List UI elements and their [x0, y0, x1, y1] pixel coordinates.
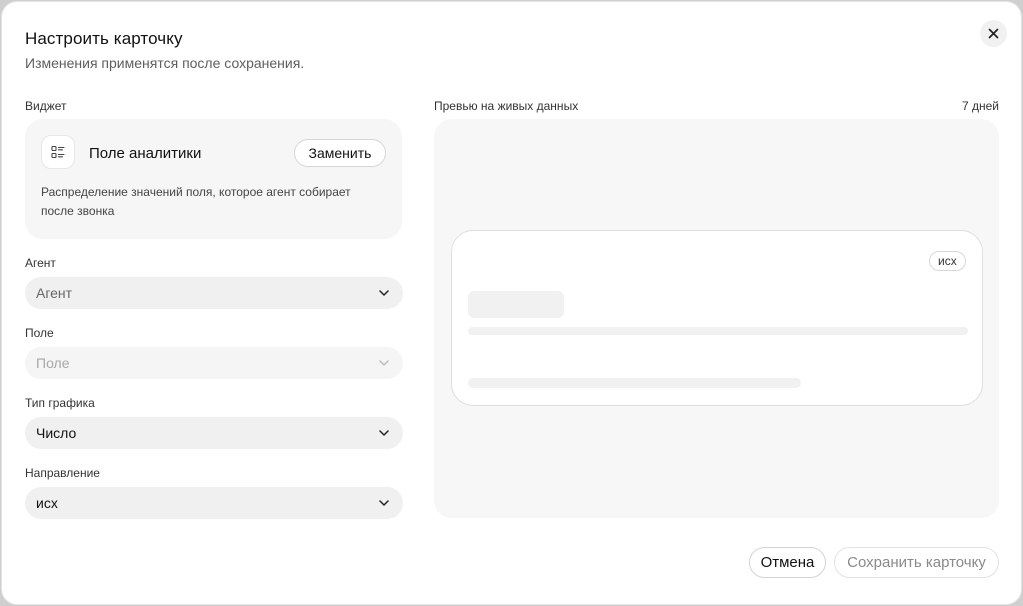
skeleton-value — [468, 291, 564, 318]
dialog-title: Настроить карточку — [25, 29, 183, 48]
direction-select-value: исх — [36, 495, 58, 511]
chart-type-select-value: Число — [36, 425, 77, 441]
widget-description: Распределение значений поля, которое аге… — [41, 185, 351, 218]
chart-type-field-label: Тип графика — [25, 396, 95, 410]
skeleton-line — [468, 378, 801, 388]
replace-widget-button[interactable]: Заменить — [294, 139, 386, 167]
chevron-down-icon — [379, 290, 389, 296]
customize-card-dialog: Настроить карточку Изменения применятся … — [1, 1, 1022, 605]
close-button[interactable] — [980, 20, 1007, 47]
chevron-down-icon — [379, 360, 389, 366]
widget-icon-box — [41, 135, 75, 169]
field-select: Поле — [25, 347, 403, 379]
close-icon — [988, 28, 999, 39]
field-select-value: Поле — [36, 355, 70, 371]
direction-select[interactable]: исх — [25, 487, 403, 519]
widget-card: Поле аналитики Заменить Распределение зн… — [25, 119, 402, 239]
direction-badge: исх — [929, 251, 966, 271]
preview-area: исх — [434, 119, 999, 518]
preview-card: исх — [451, 230, 983, 406]
chevron-down-icon — [379, 430, 389, 436]
widget-section-label: Виджет — [25, 99, 67, 113]
list-icon — [51, 145, 65, 159]
preview-period: 7 дней — [962, 99, 1000, 113]
skeleton-line — [468, 327, 968, 335]
widget-name: Поле аналитики — [89, 145, 202, 162]
preview-label: Превью на живых данных — [434, 99, 579, 113]
dialog-subtitle: Изменения применятся после сохранения. — [25, 55, 305, 71]
chevron-down-icon — [379, 500, 389, 506]
save-card-button[interactable]: Сохранить карточку — [834, 547, 999, 578]
agent-select[interactable]: Агент — [25, 277, 403, 309]
agent-select-value: Агент — [36, 285, 73, 301]
field-field-label: Поле — [25, 326, 54, 340]
agent-field-label: Агент — [25, 256, 56, 270]
direction-field-label: Направление — [25, 466, 100, 480]
cancel-button[interactable]: Отмена — [749, 547, 826, 578]
chart-type-select[interactable]: Число — [25, 417, 403, 449]
